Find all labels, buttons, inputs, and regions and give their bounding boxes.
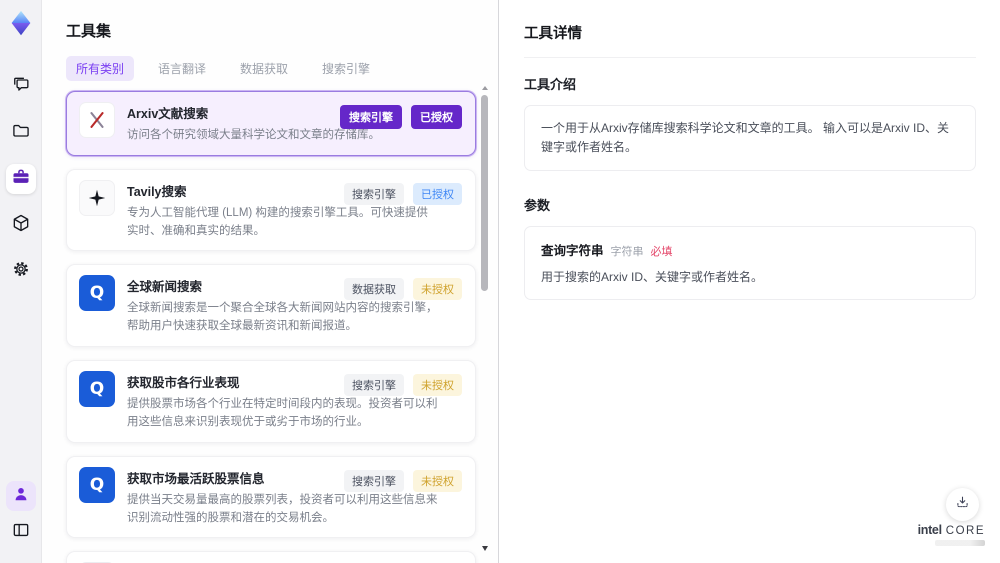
tool-card[interactable]: Q 获取股市各行业表现 提供股票市场各个行业在特定时间段内的表现。投资者可以利用这些… <box>66 360 476 443</box>
auth-status-badge: 未授权 <box>413 278 462 301</box>
category-badge: 搜索引擎 <box>344 469 404 492</box>
tab-data-acquisition[interactable]: 数据获取 <box>230 56 298 81</box>
parameter-type: 字符串 <box>610 246 644 259</box>
page-title: 工具集 <box>66 23 112 40</box>
tab-search-engine[interactable]: 搜索引擎 <box>312 56 380 81</box>
parameter-required-badge: 必填 <box>650 246 673 259</box>
params-heading: 参数 <box>524 198 551 214</box>
category-badge: 搜索引擎 <box>344 374 404 397</box>
news-q-icon: Q <box>79 371 115 408</box>
scroll-up-arrow-icon[interactable] <box>482 86 488 90</box>
tool-list-panel: 工具集 所有类别 语言翻译 数据获取 搜索引擎 Arxiv文献搜索 访问各个研究领域大量… <box>42 0 499 563</box>
sidebar-item-chat[interactable] <box>6 72 36 102</box>
tool-description: 专为人工智能代理 (LLM) 构建的搜索引擎工具。可快速提供实时、准确和真实的结… <box>127 206 428 237</box>
sidebar-item-files[interactable] <box>6 118 36 148</box>
tool-description: 提供当天交易量最高的股票列表，投资者可以利用这些信息来识别流动性强的股票和潜在的… <box>127 493 438 524</box>
tool-intro-card: 一个用于从Arxiv存储库搜索科学论文和文章的工具。 输入可以是Arxiv ID… <box>524 105 976 172</box>
gear-icon <box>11 259 31 284</box>
download-icon <box>954 494 971 516</box>
tool-intro-text: 一个用于从Arxiv存储库搜索科学论文和文章的工具。 输入可以是Arxiv ID… <box>541 121 950 155</box>
cube-icon <box>11 213 31 238</box>
arxiv-logo-icon <box>79 102 115 138</box>
auth-status-badge: 未授权 <box>413 469 462 492</box>
tab-language-translation[interactable]: 语言翻译 <box>148 56 216 81</box>
tool-description: 全球新闻搜索是一个聚合全球各大新闻网站内容的搜索引擎，帮助用户快速获取全球最新资… <box>127 302 438 333</box>
intel-badge-underline <box>935 540 985 546</box>
tool-detail-panel: 工具详情 工具介绍 一个用于从Arxiv存储库搜索科学论文和文章的工具。 输入可… <box>500 0 1000 563</box>
panel-layout-icon <box>11 520 31 545</box>
divider <box>524 57 976 58</box>
scroll-down-arrow-icon[interactable] <box>482 546 488 551</box>
sidebar-item-tools[interactable] <box>5 164 36 194</box>
tool-list: Arxiv文献搜索 访问各个研究领域大量科学论文和文章的存储库。 搜索引擎 已授权 Ta… <box>66 91 476 563</box>
tool-description: 提供股票市场各个行业在特定时间段内的表现。投资者可以利用这些信息来识别表现优于或… <box>127 398 438 428</box>
tool-card[interactable]: Q 全球新闻搜索 全球新闻搜索是一个聚合全球各大新闻网站内容的搜索引擎，帮助用户快速… <box>66 264 476 348</box>
list-scrollbar[interactable] <box>481 86 489 551</box>
auth-status-badge: 已授权 <box>411 105 462 129</box>
category-badge: 数据获取 <box>344 278 404 301</box>
auth-status-badge: 未授权 <box>413 374 462 397</box>
detail-title: 工具详情 <box>524 26 582 42</box>
app-logo <box>6 8 36 38</box>
sidebar-item-settings[interactable] <box>6 256 36 286</box>
news-q-icon: Q <box>79 275 115 312</box>
tool-card[interactable]: 万维地区新闻查询查询具体行政区划内的新闻，快速了解各地新闻动搜索引擎未授权 <box>66 551 476 563</box>
intro-heading: 工具介绍 <box>524 77 577 92</box>
parameter-header: 查询字符串 字符串 必填 <box>541 240 959 259</box>
parameter-description: 用于搜索的Arxiv ID、关键字或作者姓名。 <box>541 270 764 285</box>
category-tabs: 所有类别 语言翻译 数据获取 搜索引擎 <box>66 55 476 81</box>
tab-all-categories[interactable]: 所有类别 <box>66 55 135 81</box>
collapse-sidebar-button[interactable] <box>6 517 36 547</box>
sidebar-nav <box>5 72 36 302</box>
folder-icon <box>11 121 31 146</box>
sidebar <box>0 0 42 563</box>
user-avatar[interactable] <box>5 481 36 511</box>
parameter-card: 查询字符串 字符串 必填 用于搜索的Arxiv ID、关键字或作者姓名。 <box>524 226 976 301</box>
tool-card[interactable]: Arxiv文献搜索 访问各个研究领域大量科学论文和文章的存储库。 搜索引擎 已授权 <box>66 91 476 156</box>
sidebar-bottom <box>5 481 36 553</box>
briefcase-icon <box>11 167 31 192</box>
sidebar-item-models[interactable] <box>6 210 36 240</box>
tool-description: 访问各个研究领域大量科学论文和文章的存储库。 <box>127 129 380 141</box>
intel-wordmark: intel <box>917 523 943 537</box>
category-badge: 搜索引擎 <box>344 182 404 205</box>
intel-core-logo: intel CORE <box>918 523 985 546</box>
category-badge: 搜索引擎 <box>340 105 402 129</box>
app-window: 工具集 所有类别 语言翻译 数据获取 搜索引擎 Arxiv文献搜索 访问各个研究领域大量… <box>0 0 1000 563</box>
scrollbar-thumb[interactable] <box>481 95 488 291</box>
download-button[interactable] <box>946 488 979 521</box>
tool-card[interactable]: Tavily搜索 专为人工智能代理 (LLM) 构建的搜索引擎工具。可快速提供实时… <box>66 168 476 252</box>
news-q-icon: Q <box>79 466 115 503</box>
core-wordmark: CORE <box>945 525 985 537</box>
chat-icon <box>11 75 31 100</box>
tavily-star-icon <box>79 179 115 216</box>
user-icon <box>11 484 31 509</box>
tool-card[interactable]: Q 获取市场最活跃股票信息 提供当天交易量最高的股票列表，投资者可以利用这些信息来识… <box>66 455 476 539</box>
auth-status-badge: 已授权 <box>413 182 462 205</box>
parameter-name: 查询字符串 <box>541 244 604 259</box>
